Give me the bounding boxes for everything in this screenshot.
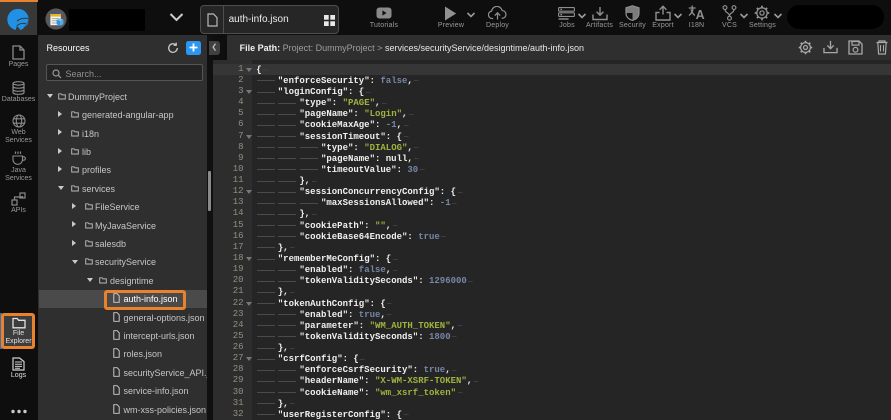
svg-text:A: A [696,8,705,20]
